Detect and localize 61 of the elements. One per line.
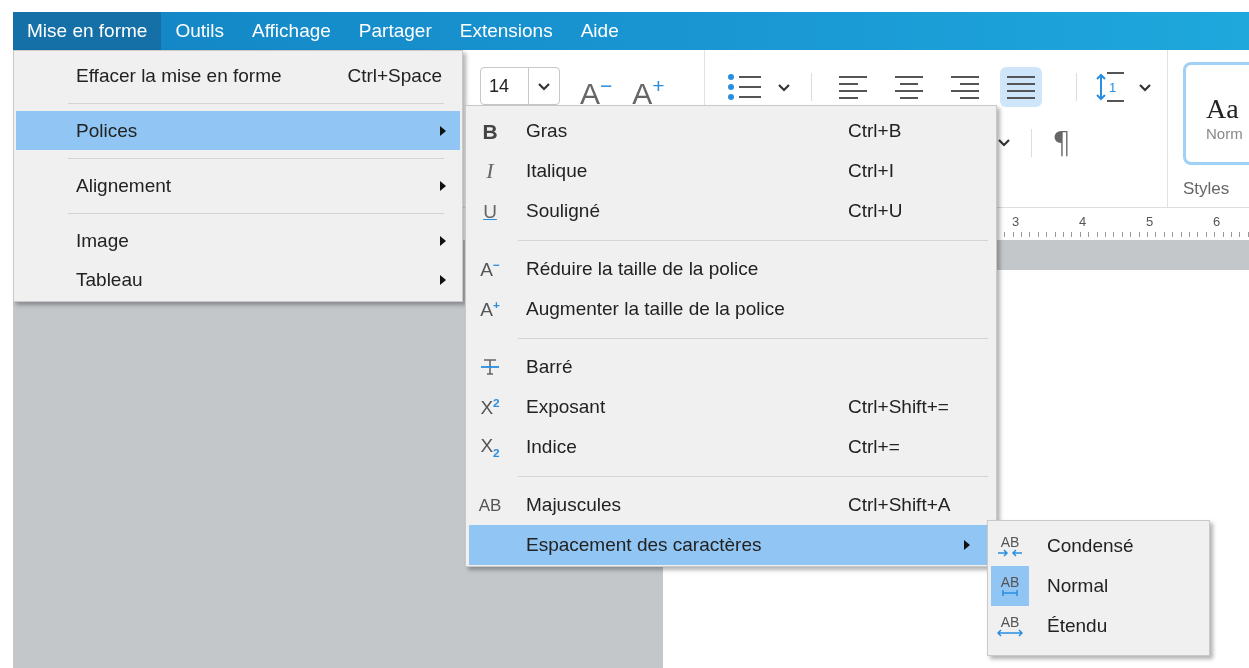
increase-font-button[interactable]: A$^{+}$ bbox=[632, 67, 665, 113]
menu-item[interactable]: Effacer la mise en forme Ctrl+Space bbox=[16, 56, 460, 95]
font-shrink-icon: A$^{−}$ bbox=[480, 258, 500, 280]
ruler-number: 4 bbox=[1079, 213, 1088, 231]
menu-item[interactable]: I Italique Ctrl+I bbox=[469, 151, 992, 191]
menu-item[interactable]: AB Étendu bbox=[990, 606, 1207, 646]
shortcut-label: Ctrl+Shift+= bbox=[848, 396, 949, 418]
menu-item[interactable]: A$^{+}$ Augmenter la taille de la police bbox=[469, 289, 992, 329]
menu-item[interactable]: AB Condensé bbox=[990, 526, 1207, 566]
menu-item[interactable]: A$^{−}$ Réduire la taille de la police bbox=[469, 249, 992, 289]
caret-icon[interactable] bbox=[997, 138, 1011, 147]
italic-icon: I bbox=[486, 160, 494, 182]
align-center-icon bbox=[894, 75, 924, 99]
menu-item[interactable]: Barré bbox=[469, 347, 992, 387]
menu-item[interactable]: B Gras Ctrl+B bbox=[469, 111, 992, 151]
font-grow-icon: A$^{+}$ bbox=[480, 298, 500, 320]
paragraph-marks-button[interactable]: ¶ bbox=[1052, 125, 1072, 160]
shortcut-label: Ctrl+= bbox=[848, 436, 900, 458]
menu-item[interactable]: U Souligné Ctrl+U bbox=[469, 191, 992, 231]
shortcut-label: Ctrl+Shift+A bbox=[848, 494, 951, 516]
menu-bar-item[interactable]: Affichage bbox=[237, 12, 345, 50]
ruler-number: 6 bbox=[1213, 213, 1222, 231]
menu-bar-item[interactable]: Extensions bbox=[445, 12, 567, 50]
decrease-font-button[interactable]: A$^{−}$ bbox=[580, 67, 613, 113]
justify-icon bbox=[1006, 75, 1036, 99]
font-size-field[interactable]: 14 bbox=[480, 67, 560, 105]
menu-item[interactable]: Alignement bbox=[16, 166, 460, 205]
ruler-number: 3 bbox=[1012, 213, 1021, 231]
underline-icon: U bbox=[483, 201, 497, 221]
bullet-list-icon[interactable] bbox=[727, 73, 763, 101]
superscript-icon: X$^{2}$ bbox=[480, 396, 500, 418]
caret-icon[interactable] bbox=[1138, 82, 1153, 92]
subscript-icon: X$_{2}$ bbox=[480, 435, 500, 459]
shortcut-label: Ctrl+Space bbox=[347, 64, 442, 87]
caret-icon bbox=[537, 81, 551, 91]
justify-button[interactable] bbox=[1000, 67, 1042, 107]
style-sample: Aa bbox=[1206, 93, 1240, 125]
menu-item[interactable]: Image bbox=[16, 221, 460, 260]
menu-item[interactable]: AB Majuscules Ctrl+Shift+A bbox=[469, 485, 992, 525]
group-label: Styles bbox=[1183, 179, 1231, 199]
shortcut-label: Ctrl+I bbox=[848, 160, 894, 182]
menu-item[interactable]: X$^{2}$ Exposant Ctrl+Shift+= bbox=[469, 387, 992, 427]
shortcut-label: Ctrl+U bbox=[848, 200, 903, 222]
style-name: Norm bbox=[1206, 125, 1244, 142]
menu-item[interactable]: X$_{2}$ Indice Ctrl+= bbox=[469, 427, 992, 467]
shortcut-label: Ctrl+B bbox=[848, 120, 902, 142]
ruler-number: 5 bbox=[1146, 213, 1155, 231]
align-left-icon bbox=[838, 75, 868, 99]
uppercase-icon: AB bbox=[478, 496, 502, 514]
bold-icon: B bbox=[482, 120, 498, 142]
menu-bar-item[interactable]: Outils bbox=[161, 12, 238, 50]
normal-spacing-icon: AB bbox=[991, 566, 1029, 606]
style-preview-card[interactable]: Aa Norm bbox=[1183, 62, 1249, 165]
menu-item[interactable]: AB Normal bbox=[990, 566, 1207, 606]
menu-bar-item[interactable]: Partager bbox=[344, 12, 446, 50]
menu-item[interactable]: Tableau bbox=[16, 260, 460, 299]
strikethrough-icon bbox=[480, 358, 500, 376]
menu-bar-item[interactable]: Mise en forme bbox=[13, 12, 162, 50]
menu-item[interactable]: Polices bbox=[16, 111, 460, 150]
align-right-icon bbox=[950, 75, 980, 99]
caret-icon[interactable] bbox=[777, 82, 791, 92]
